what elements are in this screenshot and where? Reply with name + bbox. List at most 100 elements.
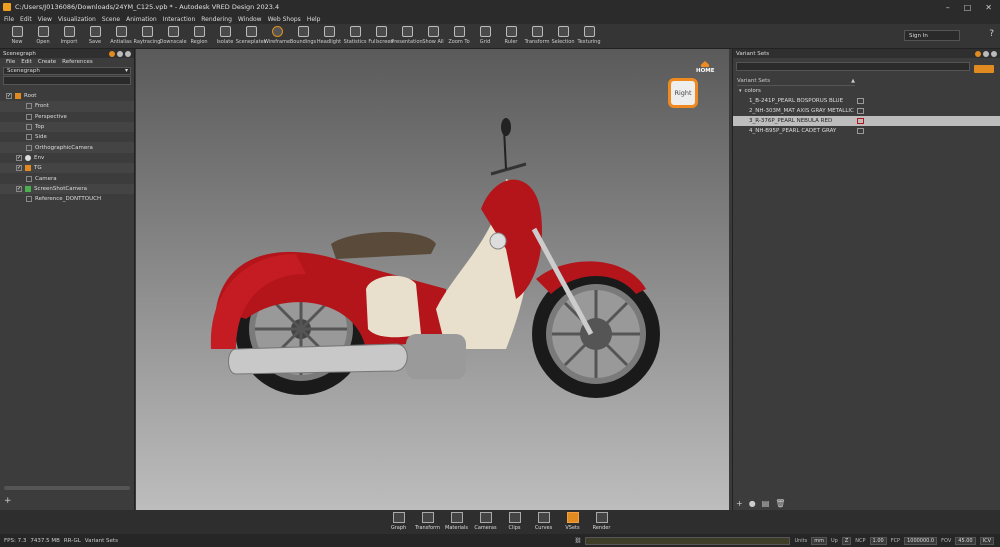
variant-group-colors[interactable]: ▾ colors xyxy=(733,86,1000,96)
dock-curves-button[interactable]: Curves xyxy=(531,510,557,534)
panel-close-icon[interactable] xyxy=(125,50,131,57)
downscale-button[interactable]: Downscale xyxy=(159,24,187,48)
menu-animation[interactable]: Animation xyxy=(126,16,157,23)
menu-help[interactable]: Help xyxy=(307,16,321,23)
fov-field[interactable]: 45.00 xyxy=(955,536,976,545)
dock-transform-button[interactable]: Transform xyxy=(415,510,441,534)
dock-render-button[interactable]: Render xyxy=(589,510,615,534)
help-icon[interactable]: ? xyxy=(989,29,994,39)
sg-menu-file[interactable]: File xyxy=(6,59,15,65)
link-icon[interactable]: ⛓ xyxy=(574,538,581,544)
ncp-field[interactable]: 1.00 xyxy=(869,536,887,545)
add-node-icon[interactable]: + xyxy=(4,496,12,506)
region-button[interactable]: Region xyxy=(186,24,212,48)
sg-menu-edit[interactable]: Edit xyxy=(21,59,32,65)
tree-node-front[interactable]: Front xyxy=(0,101,134,112)
vs-panel-close-icon[interactable] xyxy=(991,50,997,57)
tree-node-reference[interactable]: Reference_DONTTOUCH xyxy=(0,194,134,204)
headlight-button[interactable]: Headlight xyxy=(316,24,342,48)
filter-icon[interactable] xyxy=(974,65,994,73)
list-view-icon[interactable]: ▤ xyxy=(762,499,770,508)
sceneplates-button[interactable]: Sceneplates xyxy=(236,24,266,48)
new-button[interactable]: New xyxy=(4,24,30,48)
raytracing-button[interactable]: Raytracing xyxy=(134,24,160,48)
command-line-input[interactable] xyxy=(585,536,791,545)
transform-button[interactable]: Transform xyxy=(524,24,550,48)
render-viewport[interactable] xyxy=(136,49,729,510)
panel-settings-icon[interactable] xyxy=(109,50,115,57)
icv-button[interactable]: ICV xyxy=(979,536,994,545)
menu-web-shops[interactable]: Web Shops xyxy=(268,16,301,23)
panel-undock-icon[interactable] xyxy=(117,50,123,57)
tree-node-camera[interactable]: Camera xyxy=(0,173,134,183)
view-cube-home-button[interactable]: HOME xyxy=(696,68,715,74)
menu-file[interactable]: File xyxy=(4,16,14,23)
dock-vsets-button[interactable]: VSets xyxy=(560,510,586,534)
open-button[interactable]: Open xyxy=(30,24,56,48)
tree-node-top[interactable]: Top xyxy=(0,121,134,133)
menu-interaction[interactable]: Interaction xyxy=(163,16,196,23)
tree-node-tg[interactable]: ✓ TG xyxy=(0,163,134,174)
tree-node-side[interactable]: Side xyxy=(0,132,134,142)
import-button[interactable]: Import xyxy=(56,24,82,48)
sg-menu-references[interactable]: References xyxy=(62,59,93,65)
vs-panel-undock-icon[interactable] xyxy=(983,50,989,57)
texturing-button[interactable]: Texturing xyxy=(576,24,602,48)
tree-node-env[interactable]: ✓ Env xyxy=(0,153,134,163)
dock-materials-button[interactable]: Materials xyxy=(444,510,470,534)
menu-window[interactable]: Window xyxy=(238,16,262,23)
zoom-to-button[interactable]: Zoom To xyxy=(446,24,472,48)
renderer-readout: RR-GL xyxy=(63,537,81,544)
isolate-button[interactable]: Isolate xyxy=(212,24,238,48)
wireframe-globe-icon xyxy=(271,26,283,37)
add-group-icon[interactable]: ● xyxy=(749,499,756,508)
up-axis-select[interactable]: Z xyxy=(841,536,852,545)
save-button[interactable]: Save xyxy=(82,24,108,48)
tree-node-root[interactable]: ✓ Root xyxy=(0,91,134,101)
grid-button[interactable]: Grid xyxy=(472,24,498,48)
variant-sets-search-input[interactable] xyxy=(736,62,970,71)
view-cube-right-face[interactable]: Right xyxy=(668,78,698,108)
selection-button[interactable]: Selection xyxy=(550,24,576,48)
delete-icon[interactable]: 🗑 xyxy=(775,499,785,508)
tree-node-perspective[interactable]: Perspective xyxy=(0,112,134,122)
variant-set-item-selected[interactable]: 3_R-376P_PEARL NEBULA RED xyxy=(733,116,1000,126)
dock-graph-button[interactable]: Graph xyxy=(386,510,412,534)
fullscreen-button[interactable]: Fullscreen xyxy=(368,24,394,48)
menu-rendering[interactable]: Rendering xyxy=(201,16,232,23)
view-cube[interactable]: Right xyxy=(668,78,700,112)
close-button[interactable]: ✕ xyxy=(985,3,992,12)
show-all-button[interactable]: Show All xyxy=(420,24,446,48)
variant-set-item[interactable]: 2_NH-303M_MAT AXIS GRAY METALLIC xyxy=(733,106,1000,116)
sg-menu-create[interactable]: Create xyxy=(38,59,56,65)
scenegraph-zoom-slider[interactable] xyxy=(4,486,130,490)
fcp-field[interactable]: 1000000.0 xyxy=(904,536,938,545)
dock-cameras-button[interactable]: Cameras xyxy=(473,510,499,534)
antialias-button[interactable]: Antialias xyxy=(108,24,134,48)
ruler-button[interactable]: Ruler xyxy=(498,24,524,48)
statistics-button[interactable]: Statistics xyxy=(342,24,368,48)
menu-view[interactable]: View xyxy=(38,16,52,23)
menu-edit[interactable]: Edit xyxy=(20,16,32,23)
vs-panel-settings-icon[interactable] xyxy=(975,50,981,57)
variant-set-item[interactable]: 1_B-241P_PEARL BOSPORUS BLUE xyxy=(733,96,1000,106)
units-select[interactable]: mm xyxy=(811,536,828,545)
presentation-button[interactable]: Presentation xyxy=(391,24,423,48)
sign-in-button[interactable]: Sign In xyxy=(904,30,960,41)
group-collapse-icon[interactable]: ▾ xyxy=(739,88,742,94)
scenegraph-search-input[interactable] xyxy=(3,76,131,85)
minimize-button[interactable]: – xyxy=(946,3,950,12)
boundings-button[interactable]: Boundings xyxy=(290,24,316,48)
scenegraph-panel: Scenegraph File Edit Create References S… xyxy=(0,49,135,510)
variant-set-item[interactable]: 4_NH-B95P_PEARL CADET GRAY xyxy=(733,126,1000,136)
scenegraph-selector[interactable]: Scenegraph xyxy=(3,67,131,75)
menu-scene[interactable]: Scene xyxy=(102,16,120,23)
dock-clips-button[interactable]: Clips xyxy=(502,510,528,534)
variant-sets-header: Variant Sets xyxy=(733,49,1000,58)
wireframe-button[interactable]: Wireframe xyxy=(264,24,290,48)
maximize-button[interactable]: □ xyxy=(964,3,972,12)
menu-visualization[interactable]: Visualization xyxy=(58,16,96,23)
tree-node-orthographic-camera[interactable]: OrthographicCamera xyxy=(0,142,134,153)
tree-node-screenshot-camera[interactable]: ✓ ScreenShotCamera xyxy=(0,183,134,194)
add-variant-icon[interactable]: + xyxy=(736,499,743,508)
